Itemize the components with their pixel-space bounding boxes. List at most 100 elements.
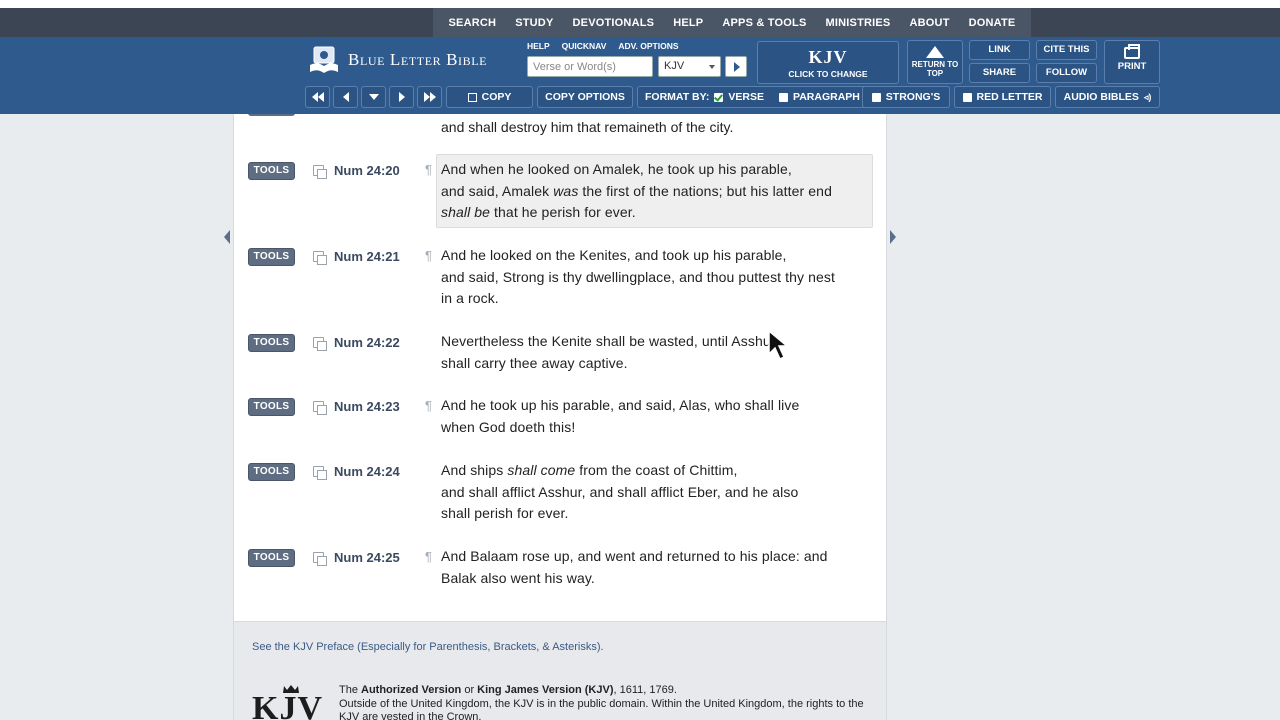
verse-text: And ships shall come from the coast of C…	[441, 460, 877, 525]
nav-study[interactable]: STUDY	[515, 17, 553, 29]
red-letter-checkbox[interactable]	[962, 92, 972, 102]
kjv-preface-link[interactable]: See the KJV Preface (Especially for Pare…	[252, 641, 604, 653]
copy-verse-icon[interactable]	[313, 165, 327, 179]
version-change-label: CLICK TO CHANGE	[788, 69, 868, 79]
copy-verse-icon[interactable]	[313, 401, 327, 415]
logo-text: Blue Letter Bible	[348, 50, 488, 69]
follow-button[interactable]: FOLLOW	[1036, 63, 1097, 83]
verse-reference[interactable]: Num 24:23	[334, 399, 400, 414]
arrow-up-icon	[926, 46, 944, 58]
help-link[interactable]: HELP	[527, 41, 550, 51]
verse-text: Nevertheless the Kenite shall be wasted,…	[441, 331, 877, 374]
tools-button[interactable]: TOOLS	[248, 248, 295, 266]
copy-button[interactable]: COPY	[446, 86, 533, 108]
next-chapter-arrow-icon[interactable]	[890, 230, 896, 244]
copy-verse-icon[interactable]	[313, 466, 327, 480]
next-chapter-button[interactable]	[389, 86, 414, 108]
last-chapter-button[interactable]	[417, 86, 442, 108]
tools-button[interactable]: TOOLS	[248, 162, 295, 180]
copy-label: COPY	[481, 91, 512, 103]
pilcrow-icon: ¶	[425, 248, 432, 263]
verse-reference[interactable]: Num 24:21	[334, 249, 400, 264]
previous-chapter-arrow-icon[interactable]	[224, 230, 230, 244]
paragraph-checkbox[interactable]	[778, 92, 788, 102]
book-logo-icon	[308, 45, 340, 75]
reading-toolbar: COPY COPY OPTIONS FORMAT BY: VERSE PARAG…	[0, 84, 1280, 114]
double-right-icon-2	[429, 92, 436, 102]
verse-text: And he took up his parable, and said, Al…	[441, 395, 877, 438]
tools-button[interactable]: TOOLS	[248, 463, 295, 481]
tools-button-partial[interactable]	[248, 114, 295, 116]
verse-line: And he looked on the Kenites, and took u…	[441, 247, 787, 263]
verse-line: and shall afflict Asshur, and shall affl…	[441, 483, 799, 500]
audio-bibles-button[interactable]: AUDIO BIBLES ◃)	[1055, 86, 1160, 108]
copy-verse-icon[interactable]	[313, 251, 327, 265]
copy-icon	[467, 92, 477, 102]
verse-line: And Balaam rose up, and went and returne…	[441, 548, 828, 564]
version-change-button[interactable]: KJV CLICK TO CHANGE	[757, 41, 899, 84]
verse-checkbox[interactable]	[714, 92, 724, 102]
copy-options-button[interactable]: COPY OPTIONS	[537, 86, 633, 108]
search-mini-links: HELP QUICKNAV ADV. OPTIONS	[527, 41, 679, 51]
version-select[interactable]: KJV	[658, 56, 721, 77]
verse-line: Balak also went his way.	[441, 569, 595, 586]
kjv-logo-letters: KJV	[252, 690, 323, 720]
version-select-value: KJV	[664, 60, 685, 72]
return-to-top-button[interactable]: RETURN TO TOP	[907, 40, 963, 84]
strongs-toggle[interactable]: STRONG'S	[862, 86, 950, 108]
nav-donate[interactable]: DONATE	[969, 17, 1016, 29]
strongs-checkbox[interactable]	[871, 92, 881, 102]
tools-button[interactable]: TOOLS	[248, 549, 295, 567]
audio-bibles-label: AUDIO BIBLES	[1063, 91, 1139, 103]
link-button[interactable]: LINK	[969, 40, 1030, 60]
verse-label: VERSE	[728, 91, 764, 103]
nav-help[interactable]: HELP	[673, 17, 703, 29]
nav-about[interactable]: ABOUT	[910, 17, 950, 29]
verse-line: when God doeth this!	[441, 418, 576, 435]
quicknav-link[interactable]: QUICKNAV	[562, 41, 607, 51]
verse-text: And he looked on the Kenites, and took u…	[441, 245, 877, 310]
notice-line-2: Outside of the United Kingdom, the KJV i…	[339, 697, 864, 720]
previous-chapter-button[interactable]	[333, 86, 358, 108]
print-button[interactable]: PRINT	[1104, 40, 1160, 84]
jump-down-button[interactable]	[361, 86, 386, 108]
nav-devotionals[interactable]: DEVOTIONALS	[573, 17, 655, 29]
notice-text: The	[339, 684, 362, 696]
top-navigation: SEARCH STUDY DEVOTIONALS HELP APPS & TOO…	[0, 8, 1280, 37]
notice-bold: King James Version (KJV)	[477, 684, 614, 696]
pilcrow-icon: ¶	[425, 398, 432, 413]
verse-reference[interactable]: Num 24:24	[334, 464, 400, 479]
double-left-icon-2	[317, 92, 324, 102]
red-letter-toggle[interactable]: RED LETTER	[954, 86, 1051, 108]
verse-reference[interactable]: Num 24:25	[334, 550, 400, 565]
verse-line: shall carry thee away captive.	[441, 354, 628, 371]
search-go-button[interactable]	[725, 56, 747, 77]
right-arrow-icon	[398, 92, 405, 102]
strongs-label: STRONG'S	[885, 91, 941, 103]
tools-button[interactable]: TOOLS	[248, 398, 295, 416]
verse-line: and said, Amalek was the first of the na…	[441, 182, 832, 199]
print-label: PRINT	[1117, 61, 1147, 72]
site-logo[interactable]: Blue Letter Bible	[308, 45, 487, 75]
pilcrow-icon: ¶	[425, 549, 432, 564]
cite-this-button[interactable]: CITE THIS	[1036, 40, 1097, 60]
nav-apps-tools[interactable]: APPS & TOOLS	[722, 17, 806, 29]
pilcrow-icon: ¶	[425, 162, 432, 177]
format-options-group: FORMAT BY: VERSE PARAGRAPH	[637, 86, 890, 108]
red-letter-label: RED LETTER	[976, 91, 1043, 103]
bible-text-panel: and shall destroy him that remaineth of …	[233, 114, 887, 621]
nav-search[interactable]: SEARCH	[449, 17, 497, 29]
nav-ministries[interactable]: MINISTRIES	[826, 17, 891, 29]
verse-text-partial: and shall destroy him that remaineth of …	[441, 119, 734, 135]
search-input[interactable]	[527, 56, 653, 77]
verse-reference[interactable]: Num 24:20	[334, 163, 400, 178]
copy-verse-icon[interactable]	[313, 337, 327, 351]
first-chapter-button[interactable]	[305, 86, 330, 108]
copy-verse-icon[interactable]	[313, 552, 327, 566]
share-button[interactable]: SHARE	[969, 63, 1030, 83]
adv-options-link[interactable]: ADV. OPTIONS	[618, 41, 678, 51]
paragraph-label: PARAGRAPH	[792, 91, 860, 103]
tools-button[interactable]: TOOLS	[248, 334, 295, 352]
verse-reference[interactable]: Num 24:22	[334, 335, 400, 350]
verse-line: And when he looked on Amalek, he took up…	[441, 161, 792, 177]
